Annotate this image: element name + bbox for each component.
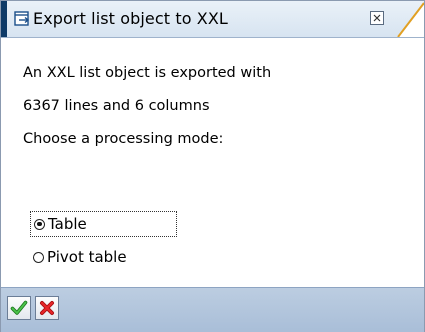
radio-label-pivot-table: Pivot table (47, 248, 127, 266)
message-line-2: 6367 lines and 6 columns (23, 98, 210, 114)
dialog-footer (1, 287, 424, 332)
export-xxl-dialog: Export list object to XXL An XXL list ob… (0, 0, 425, 332)
radio-option-table[interactable]: Table (30, 211, 177, 237)
radio-button-unselected[interactable] (33, 251, 44, 263)
message-line-3: Choose a processing mode: (23, 131, 224, 147)
processing-mode-radio-group: Table Pivot table (30, 211, 177, 269)
title-bar[interactable]: Export list object to XXL (1, 1, 424, 38)
export-window-icon (14, 11, 30, 26)
confirm-button[interactable] (7, 296, 31, 320)
message-line-1: An XXL list object is exported with (23, 65, 272, 81)
dialog-title: Export list object to XXL (33, 9, 228, 28)
checkmark-icon (10, 300, 28, 315)
radio-button-selected[interactable] (34, 218, 45, 230)
radio-label-table: Table (48, 215, 87, 233)
cancel-x-icon (40, 301, 54, 315)
cancel-button[interactable] (35, 296, 59, 320)
title-bar-corner-decoration (397, 2, 424, 37)
title-bar-accent (1, 1, 7, 37)
radio-option-pivot-table[interactable]: Pivot table (33, 245, 177, 269)
